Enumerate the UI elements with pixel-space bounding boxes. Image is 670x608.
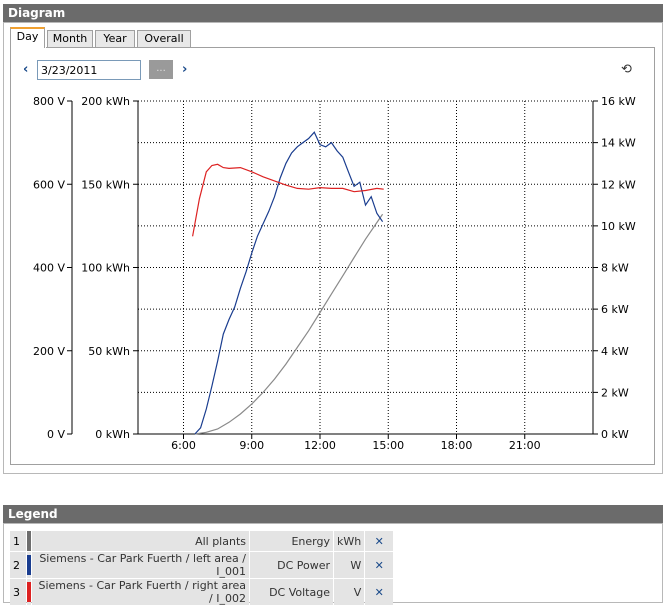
legend-panel-header: Legend: [3, 505, 663, 523]
y-tick-label-energy: 200 kWh: [81, 95, 130, 108]
chart-series: [192, 131, 384, 435]
y-tick-label-energy: 150 kWh: [81, 178, 130, 191]
legend-unit: W: [334, 552, 365, 578]
legend-color-swatch: [27, 552, 31, 578]
legend-color-swatch: [27, 579, 31, 605]
y-tick-label-right: 0 kW: [601, 428, 629, 441]
x-tick-label: 21:00: [509, 439, 541, 452]
delete-x-icon[interactable]: ✕: [365, 531, 394, 551]
legend-plant: Siemens - Car Park Fuerth / left area / …: [32, 552, 249, 578]
legend-row: 2 Siemens - Car Park Fuerth / left area …: [10, 552, 394, 578]
y-tick-label-volt: 600 V: [33, 178, 65, 191]
x-tick-label: 12:00: [304, 439, 336, 452]
legend-plant: All plants: [32, 531, 249, 551]
legend-unit: kWh: [334, 531, 365, 551]
y-tick-label-energy: 50 kWh: [88, 345, 130, 358]
y-tick-label-right: 16 kW: [601, 95, 636, 108]
legend-table: 1 All plants Energy kWh ✕ 2 Siemens - Ca…: [9, 530, 394, 606]
y-tick-label-volt: 800 V: [33, 95, 65, 108]
y-tick-label-right: 10 kW: [601, 220, 636, 233]
chart-axes: 0 kW 2 kW 4 kW 6 kW 8 kW 10 kW 12 kW 14 kW 16 kW…: [33, 95, 636, 452]
delete-x-icon[interactable]: ✕: [365, 579, 394, 605]
y-tick-label-volt: 400 V: [33, 262, 65, 275]
y-tick-label-right: 14 kW: [601, 137, 636, 150]
legend-row: 1 All plants Energy kWh ✕: [10, 531, 394, 551]
legend-color-swatch: [27, 531, 31, 551]
chart-grid: [138, 100, 593, 434]
y-tick-label-right: 8 kW: [601, 262, 629, 275]
x-tick-label: 9:00: [239, 439, 264, 452]
x-tick-label: 15:00: [372, 439, 404, 452]
delete-x-icon[interactable]: ✕: [365, 552, 394, 578]
legend-unit: V: [334, 579, 365, 605]
y-tick-label-right: 6 kW: [601, 303, 629, 316]
series-line-energy: [194, 213, 384, 435]
legend-channel: DC Power: [250, 552, 333, 578]
legend-panel-title: Legend: [8, 507, 58, 521]
legend-index: 1: [10, 531, 26, 551]
y-tick-label-volt: 0 V: [47, 428, 65, 441]
legend-plant: Siemens - Car Park Fuerth / right area /…: [32, 579, 249, 605]
legend-row: 3 Siemens - Car Park Fuerth / right area…: [10, 579, 394, 605]
y-tick-label-energy: 0 kWh: [95, 428, 130, 441]
series-line-dc-power: [194, 131, 384, 435]
y-tick-label-right: 12 kW: [601, 178, 636, 191]
legend-channel: DC Voltage: [250, 579, 333, 605]
y-tick-label-right: 2 kW: [601, 386, 629, 399]
legend-index: 3: [10, 579, 26, 605]
x-tick-label: 18:00: [441, 439, 473, 452]
y-tick-label-volt: 200 V: [33, 345, 65, 358]
legend-channel: Energy: [250, 531, 333, 551]
legend-index: 2: [10, 552, 26, 578]
y-tick-label-right: 4 kW: [601, 345, 629, 358]
energy-chart: 0 kW 2 kW 4 kW 6 kW 8 kW 10 kW 12 kW 14 kW 16 kW…: [33, 95, 636, 452]
y-tick-label-energy: 100 kWh: [81, 262, 130, 275]
x-tick-label: 6:00: [171, 439, 196, 452]
